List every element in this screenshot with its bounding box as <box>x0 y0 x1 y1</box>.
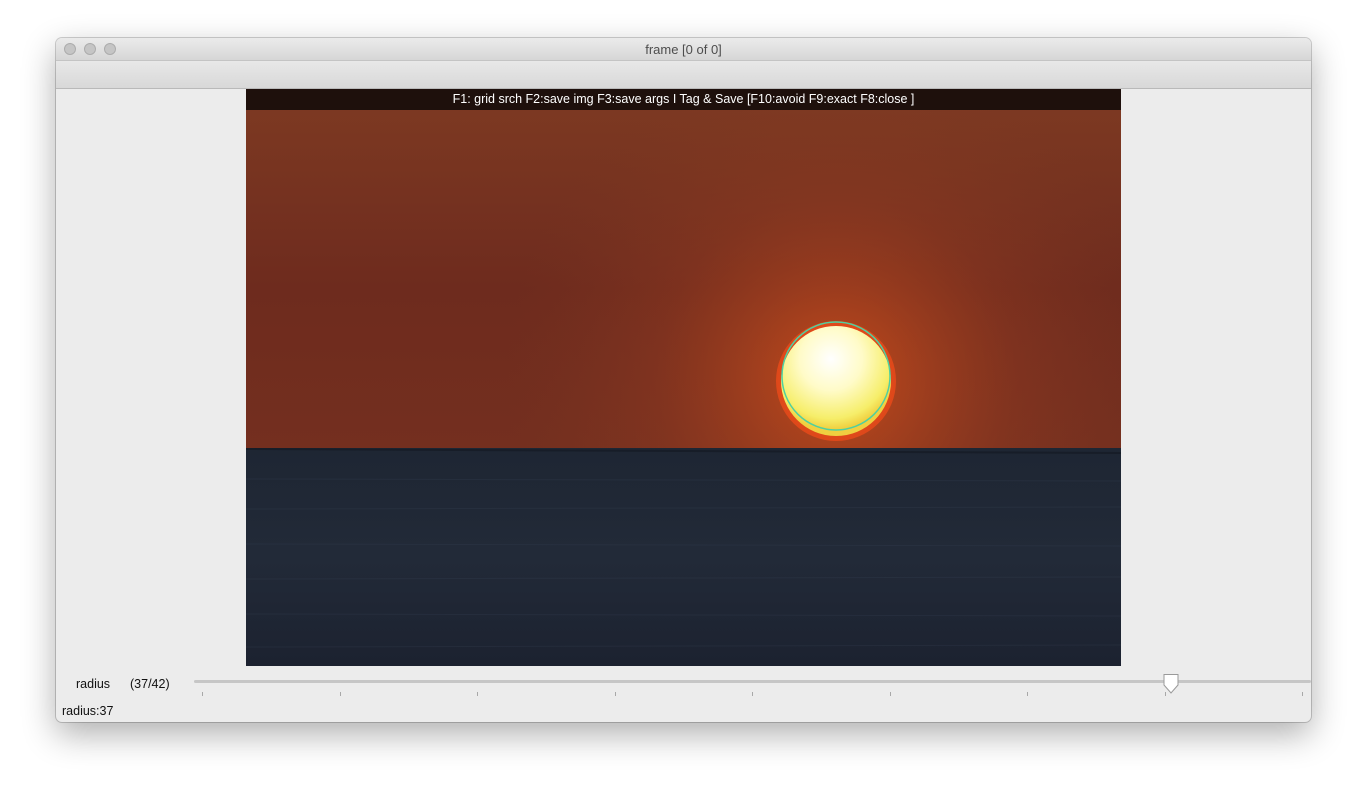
sunset-image <box>246 89 1121 666</box>
title-bar[interactable]: frame [0 of 0] <box>56 38 1311 61</box>
slider-tick <box>1027 692 1028 696</box>
sun <box>781 326 891 436</box>
status-text: radius:37 <box>62 704 114 718</box>
shortcut-overlay: F1: grid srch F2:save img F3:save args I… <box>246 89 1121 110</box>
slider-tick <box>614 692 616 696</box>
slider-track[interactable] <box>194 680 1311 683</box>
slider-tick <box>202 692 203 696</box>
trackbar-count: (37/42) <box>130 677 170 691</box>
slider-tick <box>752 692 753 696</box>
slider-tick <box>339 692 341 696</box>
radius-slider[interactable] <box>194 670 1311 700</box>
toolbar <box>56 61 1311 89</box>
trackbar-label: radius <box>76 677 111 691</box>
slider-tick <box>477 692 478 696</box>
image-viewer[interactable]: F1: grid srch F2:save img F3:save args I… <box>246 89 1121 666</box>
slider-tick <box>889 692 891 696</box>
window-title: frame [0 of 0] <box>645 42 722 57</box>
app-window: frame [0 of 0] F1: grid srch F2:save img… <box>56 38 1311 722</box>
slider-tick <box>1164 692 1166 696</box>
slider-tick <box>1302 692 1303 696</box>
